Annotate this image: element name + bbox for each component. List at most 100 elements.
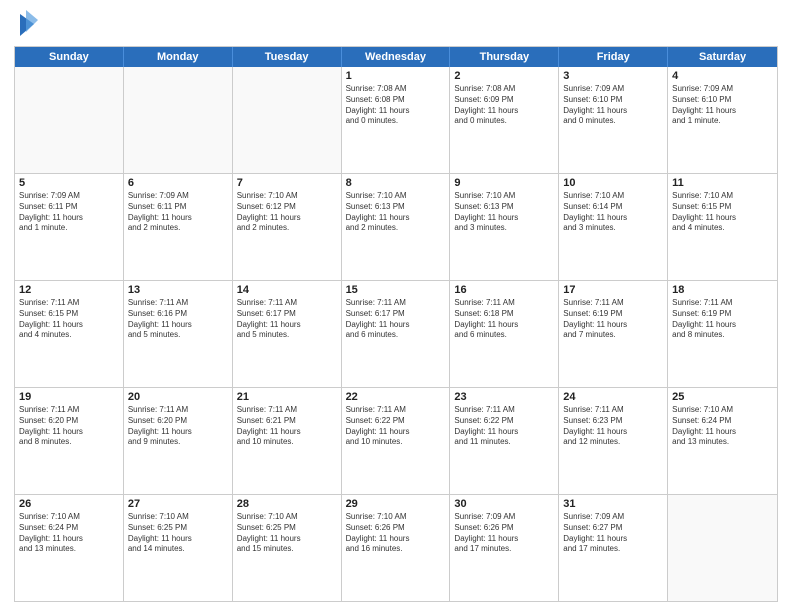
day-info: Sunrise: 7:09 AMSunset: 6:26 PMDaylight:…: [454, 512, 554, 555]
day-cell-21: 21 Sunrise: 7:11 AMSunset: 6:21 PMDayligh…: [233, 388, 342, 494]
day-cell-24: 24 Sunrise: 7:11 AMSunset: 6:23 PMDayligh…: [559, 388, 668, 494]
day-cell-8: 8 Sunrise: 7:10 AMSunset: 6:13 PMDaylight…: [342, 174, 451, 280]
day-cell-1: 1 Sunrise: 7:08 AMSunset: 6:08 PMDaylight…: [342, 67, 451, 173]
day-info: Sunrise: 7:09 AMSunset: 6:11 PMDaylight:…: [128, 191, 228, 234]
day-cell-14: 14 Sunrise: 7:11 AMSunset: 6:17 PMDayligh…: [233, 281, 342, 387]
day-number: 16: [454, 284, 554, 296]
day-number: 18: [672, 284, 773, 296]
empty-cell: [668, 495, 777, 601]
day-cell-2: 2 Sunrise: 7:08 AMSunset: 6:09 PMDaylight…: [450, 67, 559, 173]
day-cell-15: 15 Sunrise: 7:11 AMSunset: 6:17 PMDayligh…: [342, 281, 451, 387]
day-number: 15: [346, 284, 446, 296]
day-info: Sunrise: 7:11 AMSunset: 6:23 PMDaylight:…: [563, 405, 663, 448]
day-info: Sunrise: 7:11 AMSunset: 6:16 PMDaylight:…: [128, 298, 228, 341]
day-info: Sunrise: 7:09 AMSunset: 6:10 PMDaylight:…: [563, 84, 663, 127]
weekday-header-tuesday: Tuesday: [233, 47, 342, 67]
day-number: 3: [563, 70, 663, 82]
day-info: Sunrise: 7:10 AMSunset: 6:25 PMDaylight:…: [237, 512, 337, 555]
day-cell-7: 7 Sunrise: 7:10 AMSunset: 6:12 PMDaylight…: [233, 174, 342, 280]
day-number: 4: [672, 70, 773, 82]
day-number: 29: [346, 498, 446, 510]
day-number: 2: [454, 70, 554, 82]
day-info: Sunrise: 7:10 AMSunset: 6:26 PMDaylight:…: [346, 512, 446, 555]
weekday-header-thursday: Thursday: [450, 47, 559, 67]
day-number: 11: [672, 177, 773, 189]
calendar-row-1: 5 Sunrise: 7:09 AMSunset: 6:11 PMDaylight…: [15, 173, 777, 280]
day-number: 31: [563, 498, 663, 510]
empty-cell: [15, 67, 124, 173]
day-number: 24: [563, 391, 663, 403]
weekday-header-wednesday: Wednesday: [342, 47, 451, 67]
day-number: 17: [563, 284, 663, 296]
day-info: Sunrise: 7:11 AMSunset: 6:22 PMDaylight:…: [454, 405, 554, 448]
logo: [14, 10, 38, 40]
calendar-header: SundayMondayTuesdayWednesdayThursdayFrid…: [15, 47, 777, 67]
day-cell-12: 12Sunrise: 7:11 AMSunset: 6:15 PMDayligh…: [15, 281, 124, 387]
calendar: SundayMondayTuesdayWednesdayThursdayFrid…: [14, 46, 778, 602]
day-number: 9: [454, 177, 554, 189]
day-number: 7: [237, 177, 337, 189]
day-number: 10: [563, 177, 663, 189]
day-cell-23: 23 Sunrise: 7:11 AMSunset: 6:22 PMDayligh…: [450, 388, 559, 494]
day-info: Sunrise: 7:11 AMSunset: 6:17 PMDaylight:…: [346, 298, 446, 341]
weekday-header-saturday: Saturday: [668, 47, 777, 67]
day-info: Sunrise: 7:11 AMSunset: 6:18 PMDaylight:…: [454, 298, 554, 341]
day-info: Sunrise: 7:10 AMSunset: 6:24 PMDaylight:…: [672, 405, 773, 448]
day-number: 6: [128, 177, 228, 189]
day-cell-31: 31 Sunrise: 7:09 AMSunset: 6:27 PMDayligh…: [559, 495, 668, 601]
day-info: Sunrise: 7:09 AMSunset: 6:11 PMDaylight:…: [19, 191, 119, 234]
day-info: Sunrise: 7:10 AMSunset: 6:14 PMDaylight:…: [563, 191, 663, 234]
day-cell-3: 3 Sunrise: 7:09 AMSunset: 6:10 PMDaylight…: [559, 67, 668, 173]
day-info: Sunrise: 7:08 AMSunset: 6:09 PMDaylight:…: [454, 84, 554, 127]
day-number: 27: [128, 498, 228, 510]
day-info: Sunrise: 7:09 AMSunset: 6:27 PMDaylight:…: [563, 512, 663, 555]
day-info: Sunrise: 7:10 AMSunset: 6:13 PMDaylight:…: [454, 191, 554, 234]
day-info: Sunrise: 7:10 AMSunset: 6:24 PMDaylight:…: [19, 512, 119, 555]
day-number: 30: [454, 498, 554, 510]
day-number: 13: [128, 284, 228, 296]
day-cell-26: 26 Sunrise: 7:10 AMSunset: 6:24 PMDayligh…: [15, 495, 124, 601]
day-info: Sunrise: 7:10 AMSunset: 6:12 PMDaylight:…: [237, 191, 337, 234]
calendar-row-4: 26 Sunrise: 7:10 AMSunset: 6:24 PMDayligh…: [15, 494, 777, 601]
day-number: 8: [346, 177, 446, 189]
day-info: Sunrise: 7:11 AMSunset: 6:20 PMDaylight:…: [19, 405, 119, 448]
day-info: Sunrise: 7:11 AMSunset: 6:19 PMDaylight:…: [672, 298, 773, 341]
day-info: Sunrise: 7:08 AMSunset: 6:08 PMDaylight:…: [346, 84, 446, 127]
day-number: 14: [237, 284, 337, 296]
empty-cell: [233, 67, 342, 173]
day-number: 20: [128, 391, 228, 403]
day-number: 19: [19, 391, 119, 403]
day-cell-11: 11 Sunrise: 7:10 AMSunset: 6:15 PMDayligh…: [668, 174, 777, 280]
day-number: 1: [346, 70, 446, 82]
day-info: Sunrise: 7:09 AMSunset: 6:10 PMDaylight:…: [672, 84, 773, 127]
calendar-row-2: 12Sunrise: 7:11 AMSunset: 6:15 PMDayligh…: [15, 280, 777, 387]
day-number: 12: [19, 284, 119, 296]
day-cell-29: 29 Sunrise: 7:10 AMSunset: 6:26 PMDayligh…: [342, 495, 451, 601]
calendar-body: 1 Sunrise: 7:08 AMSunset: 6:08 PMDaylight…: [15, 67, 777, 601]
day-cell-30: 30 Sunrise: 7:09 AMSunset: 6:26 PMDayligh…: [450, 495, 559, 601]
day-cell-27: 27Sunrise: 7:10 AMSunset: 6:25 PMDayligh…: [124, 495, 233, 601]
day-number: 28: [237, 498, 337, 510]
day-info: Sunrise: 7:10 AMSunset: 6:15 PMDaylight:…: [672, 191, 773, 234]
day-number: 26: [19, 498, 119, 510]
logo-icon: [16, 10, 38, 40]
day-cell-22: 22Sunrise: 7:11 AMSunset: 6:22 PMDayligh…: [342, 388, 451, 494]
day-cell-25: 25 Sunrise: 7:10 AMSunset: 6:24 PMDayligh…: [668, 388, 777, 494]
day-cell-20: 20Sunrise: 7:11 AMSunset: 6:20 PMDayligh…: [124, 388, 233, 494]
day-cell-19: 19 Sunrise: 7:11 AMSunset: 6:20 PMDayligh…: [15, 388, 124, 494]
day-cell-5: 5 Sunrise: 7:09 AMSunset: 6:11 PMDaylight…: [15, 174, 124, 280]
day-cell-6: 6 Sunrise: 7:09 AMSunset: 6:11 PMDaylight…: [124, 174, 233, 280]
day-number: 5: [19, 177, 119, 189]
day-cell-4: 4 Sunrise: 7:09 AMSunset: 6:10 PMDaylight…: [668, 67, 777, 173]
day-info: Sunrise: 7:10 AMSunset: 6:13 PMDaylight:…: [346, 191, 446, 234]
empty-cell: [124, 67, 233, 173]
day-number: 25: [672, 391, 773, 403]
day-number: 23: [454, 391, 554, 403]
day-number: 21: [237, 391, 337, 403]
day-info: Sunrise: 7:11 AMSunset: 6:19 PMDaylight:…: [563, 298, 663, 341]
day-cell-16: 16 Sunrise: 7:11 AMSunset: 6:18 PMDayligh…: [450, 281, 559, 387]
day-cell-13: 13 Sunrise: 7:11 AMSunset: 6:16 PMDayligh…: [124, 281, 233, 387]
day-info: Sunrise: 7:11 AMSunset: 6:21 PMDaylight:…: [237, 405, 337, 448]
weekday-header-monday: Monday: [124, 47, 233, 67]
day-info: Sunrise: 7:11 AMSunset: 6:17 PMDaylight:…: [237, 298, 337, 341]
